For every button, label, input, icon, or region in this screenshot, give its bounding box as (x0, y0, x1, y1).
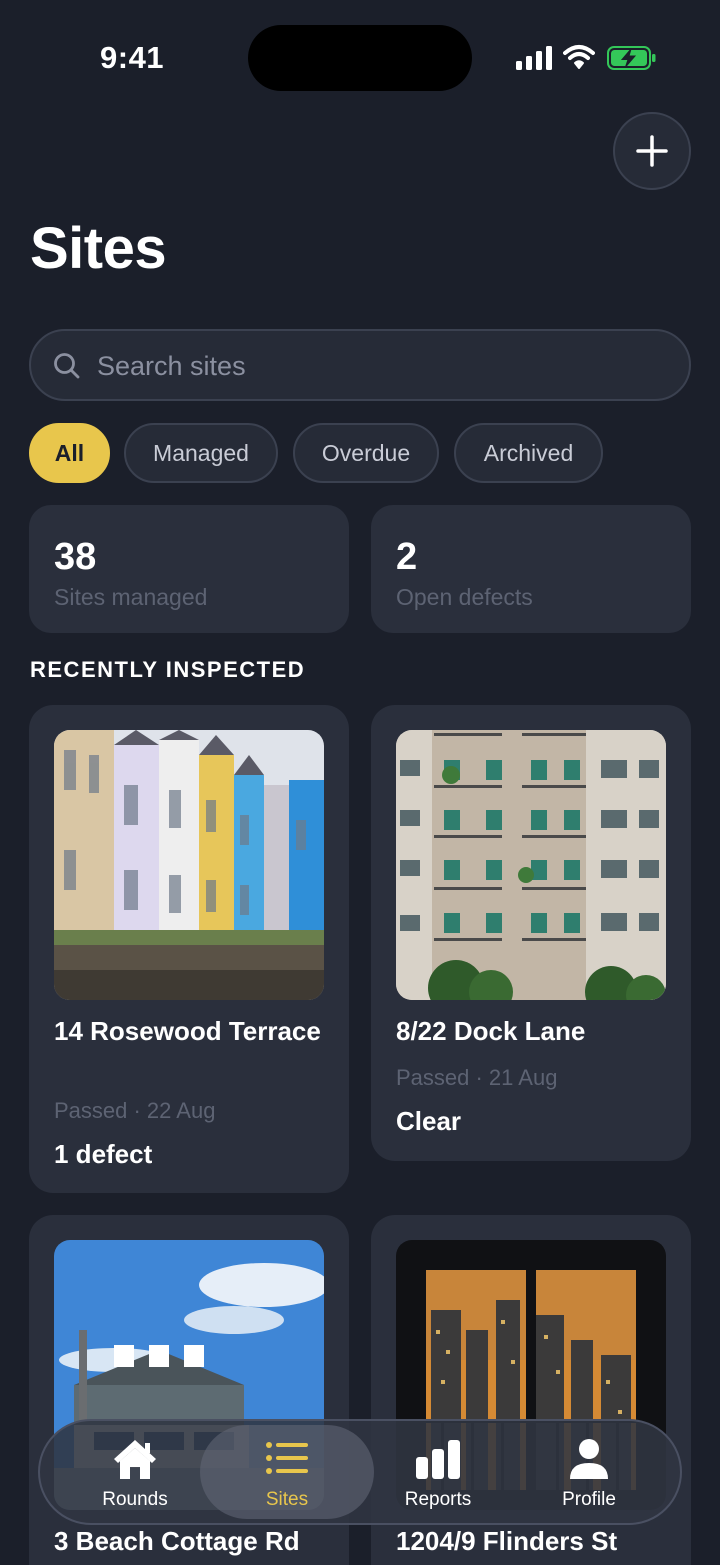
site-photo (396, 730, 666, 1000)
battery-icon (607, 46, 656, 70)
site-name: 14 Rosewood Terrace (54, 1016, 321, 1046)
filter-chip-archived[interactable]: Archived (454, 423, 603, 483)
person-icon (570, 1439, 608, 1479)
wifi-icon (563, 45, 595, 69)
stat-card-sites-managed: 38 Sites managed (29, 505, 349, 633)
tab-sites[interactable]: Sites (200, 1425, 374, 1519)
tab-label: Profile (562, 1489, 616, 1510)
site-name: 3 Beach Cottage Rd (54, 1526, 300, 1556)
home-icon (114, 1440, 156, 1479)
site-card-dock-lane[interactable]: 8/22 Dock Lane Passed · 21 Aug Clear (371, 705, 691, 1161)
list-icon (266, 1442, 308, 1474)
stat-label: Sites managed (54, 584, 208, 610)
site-photo (54, 730, 324, 1000)
cellular-signal-icon (516, 46, 552, 70)
section-heading: RECENTLY INSPECTED (30, 657, 306, 682)
site-name: 8/22 Dock Lane (396, 1016, 586, 1046)
tab-bar: Rounds Sites Reports Profile (38, 1419, 682, 1525)
search-icon (54, 353, 80, 379)
stat-label: Open defects (396, 584, 533, 610)
stat-value: 2 (396, 536, 418, 578)
dynamic-island (248, 25, 472, 91)
search-placeholder: Search sites (97, 351, 246, 381)
tab-label: Reports (404, 1489, 472, 1510)
site-meta: Passed · 21 Aug (396, 1065, 558, 1090)
filter-chip-managed[interactable]: Managed (124, 423, 278, 483)
filter-chip-overdue[interactable]: Overdue (293, 423, 439, 483)
search-input[interactable]: Search sites (29, 329, 691, 401)
site-status: 1 defect (54, 1139, 153, 1169)
stat-value: 38 (54, 536, 97, 578)
bar-chart-icon (416, 1440, 460, 1479)
stat-card-open-defects: 2 Open defects (371, 505, 691, 633)
site-meta: Passed · 22 Aug (54, 1098, 216, 1123)
site-name: 1204/9 Flinders St (396, 1526, 618, 1556)
tab-label: Sites (265, 1489, 309, 1510)
page-title: Sites (30, 216, 167, 281)
site-card-rosewood[interactable]: 14 Rosewood Terrace Passed · 22 Aug 1 de… (29, 705, 349, 1193)
tab-rounds[interactable]: Rounds (55, 1421, 215, 1523)
plus-icon (636, 135, 668, 167)
status-time: 9:41 (100, 40, 165, 75)
tab-label: Rounds (102, 1489, 168, 1510)
tab-profile[interactable]: Profile (509, 1421, 669, 1523)
filter-chip-all[interactable]: All (29, 423, 110, 483)
site-status: Clear (396, 1106, 462, 1136)
tab-reports[interactable]: Reports (358, 1421, 518, 1523)
status-bar: 9:41 (0, 0, 720, 110)
add-site-button[interactable] (613, 112, 691, 190)
